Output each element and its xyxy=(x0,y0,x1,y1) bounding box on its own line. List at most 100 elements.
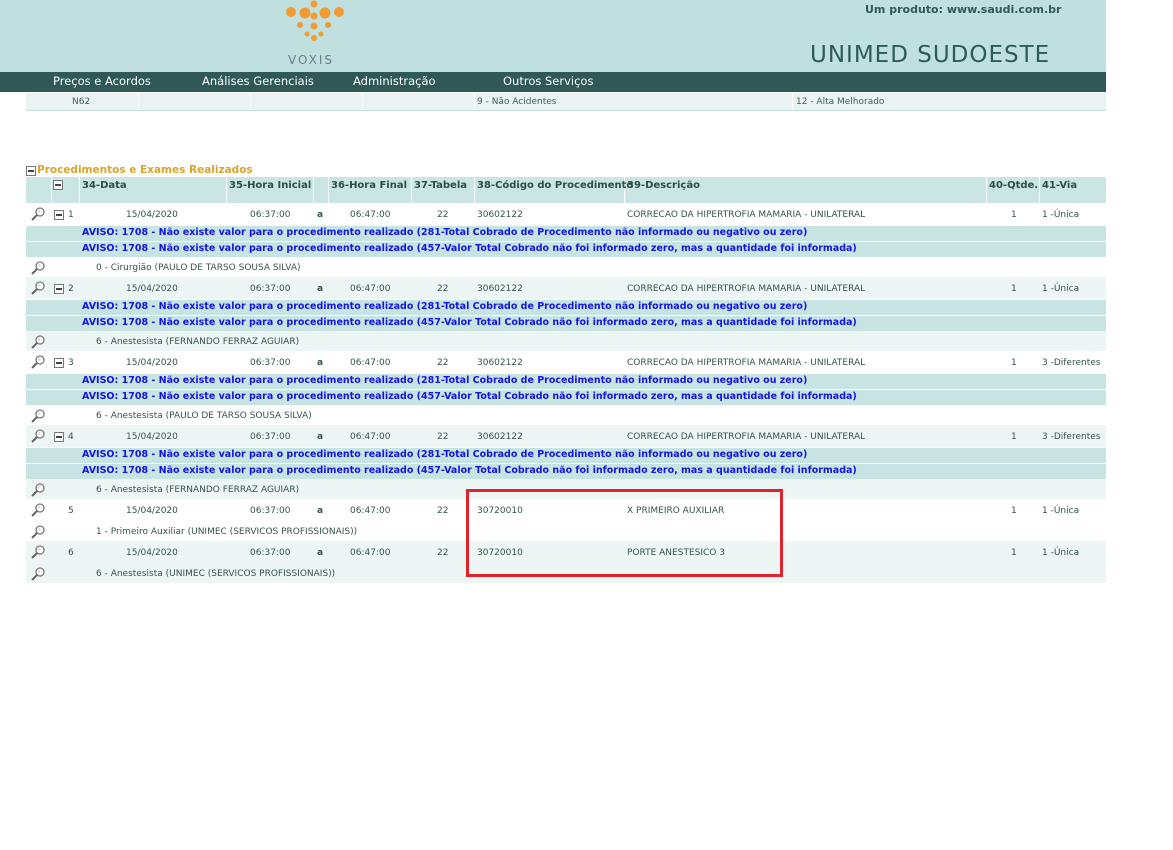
cell-tabela: 22 xyxy=(437,284,449,294)
nav-item-analises[interactable]: Análises Gerenciais xyxy=(202,74,314,88)
warning-text: AVISO: 1708 - Não existe valor para o pr… xyxy=(82,375,808,386)
professional-row: 0 - Cirurgião (PAULO DE TARSO SOUSA SILV… xyxy=(26,257,1106,278)
warning-text: AVISO: 1708 - Não existe valor para o pr… xyxy=(82,465,857,476)
magnifier-icon[interactable] xyxy=(30,482,46,498)
cell-a: a xyxy=(317,506,324,516)
magnifier-icon[interactable] xyxy=(30,502,46,518)
nav-item-outros[interactable]: Outros Serviços xyxy=(503,74,593,88)
cell-tabela: 22 xyxy=(437,358,449,368)
previous-table-row: N62 9 - Não Acidentes 12 - Alta Melhorad… xyxy=(26,93,1106,111)
magnifier-icon[interactable] xyxy=(30,206,46,222)
col-qtde: 40-Qtde. xyxy=(989,180,1039,191)
cell-qtde: 1 xyxy=(1011,548,1017,558)
professional-text: 6 - Anestesista (UNIMEC (SERVICOS PROFIS… xyxy=(96,569,336,579)
cell-via: 1 -Única xyxy=(1042,210,1080,220)
professional-text: 0 - Cirurgião (PAULO DE TARSO SOUSA SILV… xyxy=(96,263,301,273)
col-descricao: 39-Descrição xyxy=(627,180,700,191)
magnifier-icon[interactable] xyxy=(30,354,46,370)
cell-descricao: CORRECAO DA HIPERTROFIA MAMARIA - UNILAT… xyxy=(627,358,866,368)
magnifier-icon[interactable] xyxy=(30,524,46,540)
col-data: 34-Data xyxy=(82,180,127,191)
row-collapse-icon[interactable] xyxy=(54,210,64,220)
table-row: 2 15/04/2020 06:37:00 a 06:47:00 22 30602122 CO… xyxy=(26,277,1106,299)
row-number: 4 xyxy=(68,432,74,442)
cell-codigo: 30602122 xyxy=(477,210,523,220)
professional-text: 6 - Anestesista (FERNANDO FERRAZ AGUIAR) xyxy=(96,485,300,495)
cell-qtde: 1 xyxy=(1011,284,1017,294)
cell-hora-final: 06:47:00 xyxy=(350,358,391,368)
cell-hora-inicial: 06:37:00 xyxy=(250,506,291,516)
cell-a: a xyxy=(317,432,324,442)
cell-hora-inicial: 06:37:00 xyxy=(250,548,291,558)
cell-descricao: CORRECAO DA HIPERTROFIA MAMARIA - UNILAT… xyxy=(627,432,866,442)
product-link[interactable]: Um produto: www.saudi.com.br xyxy=(865,3,1061,16)
warning-text: AVISO: 1708 - Não existe valor para o pr… xyxy=(82,449,808,460)
magnifier-icon[interactable] xyxy=(30,280,46,296)
table-header: 34-Data 35-Hora Inicial 36-Hora Final 37… xyxy=(26,177,1106,203)
cell-descricao: CORRECAO DA HIPERTROFIA MAMARIA - UNILAT… xyxy=(627,210,866,220)
cell-hora-inicial: 06:37:00 xyxy=(250,210,291,220)
row-number: 3 xyxy=(68,358,74,368)
cell-data: 15/04/2020 xyxy=(126,506,178,516)
professional-text: 6 - Anestesista (FERNANDO FERRAZ AGUIAR) xyxy=(96,337,300,347)
section-title: Procedimentos e Exames Realizados xyxy=(37,164,253,176)
cell-codigo: 30602122 xyxy=(477,432,523,442)
collapse-all-icon[interactable] xyxy=(53,180,63,190)
magnifier-icon[interactable] xyxy=(30,408,46,424)
warning-row: AVISO: 1708 - Não existe valor para o pr… xyxy=(26,299,1106,315)
magnifier-icon[interactable] xyxy=(30,334,46,350)
cell-data: 15/04/2020 xyxy=(126,358,178,368)
cell-hora-final: 06:47:00 xyxy=(350,284,391,294)
cell-tabela: 22 xyxy=(437,506,449,516)
magnifier-icon[interactable] xyxy=(30,566,46,582)
cell-tabela: 22 xyxy=(437,432,449,442)
col-hora-inicial: 35-Hora Inicial xyxy=(229,180,312,191)
warning-text: AVISO: 1708 - Não existe valor para o pr… xyxy=(82,243,857,254)
row-collapse-icon[interactable] xyxy=(54,432,64,442)
cell-a: a xyxy=(317,210,324,220)
cell-hora-final: 06:47:00 xyxy=(350,210,391,220)
cid-value: N62 xyxy=(72,97,91,107)
cell-a: a xyxy=(317,284,324,294)
cell-hora-final: 06:47:00 xyxy=(350,506,391,516)
warning-text: AVISO: 1708 - Não existe valor para o pr… xyxy=(82,391,857,402)
cell-hora-inicial: 06:37:00 xyxy=(250,284,291,294)
warning-row: AVISO: 1708 - Não existe valor para o pr… xyxy=(26,241,1106,257)
row-collapse-icon[interactable] xyxy=(54,358,64,368)
professional-row: 6 - Anestesista (FERNANDO FERRAZ AGUIAR) xyxy=(26,331,1106,352)
warning-row: AVISO: 1708 - Não existe valor para o pr… xyxy=(26,225,1106,241)
warning-row: AVISO: 1708 - Não existe valor para o pr… xyxy=(26,389,1106,405)
cell-codigo: 30602122 xyxy=(477,358,523,368)
cell-qtde: 1 xyxy=(1011,432,1017,442)
cell-qtde: 1 xyxy=(1011,210,1017,220)
warning-text: AVISO: 1708 - Não existe valor para o pr… xyxy=(82,301,808,312)
section-collapse-icon[interactable] xyxy=(26,166,36,176)
cell-data: 15/04/2020 xyxy=(126,548,178,558)
cell-hora-inicial: 06:37:00 xyxy=(250,358,291,368)
row-collapse-icon[interactable] xyxy=(54,284,64,294)
nav-item-precos[interactable]: Preços e Acordos xyxy=(53,74,151,88)
cell-hora-final: 06:47:00 xyxy=(350,432,391,442)
warning-text: AVISO: 1708 - Não existe valor para o pr… xyxy=(82,227,808,238)
col-via: 41-Via xyxy=(1042,180,1078,191)
cell-data: 15/04/2020 xyxy=(126,210,178,220)
discharge-value: 12 - Alta Melhorado xyxy=(796,97,885,107)
col-tabela: 37-Tabela xyxy=(414,180,467,191)
magnifier-icon[interactable] xyxy=(30,260,46,276)
col-hora-final: 36-Hora Final xyxy=(331,180,408,191)
table-row: 1 15/04/2020 06:37:00 a 06:47:00 22 30602122 CO… xyxy=(26,203,1106,225)
col-codigo: 38-Código do Procedimento xyxy=(477,180,634,191)
professional-text: 1 - Primeiro Auxiliar (UNIMEC (SERVICOS … xyxy=(96,527,358,537)
warning-row: AVISO: 1708 - Não existe valor para o pr… xyxy=(26,463,1106,479)
nav-item-administracao[interactable]: Administração xyxy=(353,74,436,88)
warning-row: AVISO: 1708 - Não existe valor para o pr… xyxy=(26,373,1106,389)
row-number: 6 xyxy=(68,548,74,558)
cell-via: 3 -Diferentes xyxy=(1042,358,1101,368)
cell-via: 3 -Diferentes xyxy=(1042,432,1101,442)
accident-value: 9 - Não Acidentes xyxy=(477,97,557,107)
magnifier-icon[interactable] xyxy=(30,428,46,444)
magnifier-icon[interactable] xyxy=(30,544,46,560)
cell-data: 15/04/2020 xyxy=(126,284,178,294)
cell-a: a xyxy=(317,358,324,368)
cell-via: 1 -Única xyxy=(1042,548,1080,558)
